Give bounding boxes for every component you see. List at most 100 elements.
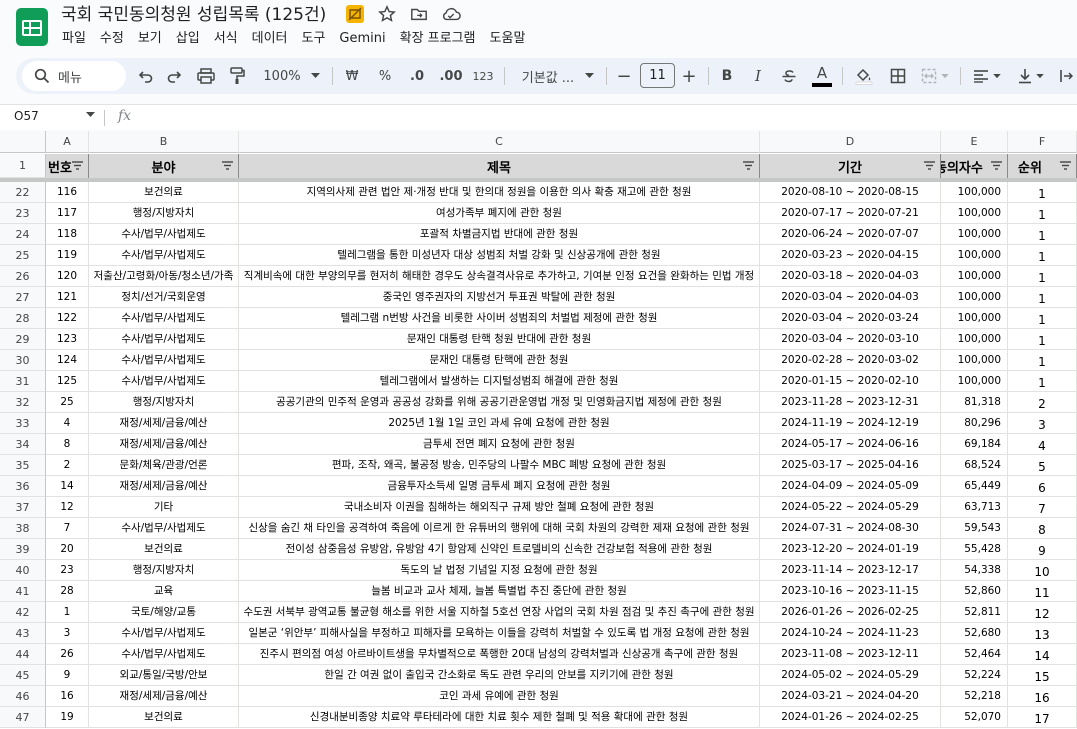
- cell-rank[interactable]: 1: [1008, 287, 1077, 308]
- cell-field[interactable]: 재정/세제/금융/예산: [89, 476, 239, 497]
- cell-field[interactable]: 교육: [89, 581, 239, 602]
- cell-title[interactable]: 텔레그램에서 발생하는 디지털성범죄 해결에 관한 청원: [239, 371, 760, 392]
- cell-rank[interactable]: 13: [1008, 623, 1077, 644]
- cell-number[interactable]: 119: [46, 245, 89, 266]
- cell-field[interactable]: 행정/지방자치: [89, 560, 239, 581]
- cell-rank[interactable]: 1: [1008, 182, 1077, 203]
- cell-field[interactable]: 보건의료: [89, 539, 239, 560]
- cell-count[interactable]: 55,428: [941, 539, 1008, 560]
- cell-period[interactable]: 2023-11-28 ~ 2023-12-31: [760, 392, 941, 413]
- cell-period[interactable]: 2024-05-17 ~ 2024-06-16: [760, 434, 941, 455]
- filter-icon[interactable]: [71, 159, 84, 172]
- header-cell-rank[interactable]: 순위: [1008, 154, 1077, 178]
- cell-rank[interactable]: 10: [1008, 560, 1077, 581]
- cell-rank[interactable]: 1: [1008, 308, 1077, 329]
- row-header[interactable]: 40: [0, 560, 46, 581]
- cell-period[interactable]: 2020-02-28 ~ 2020-03-02: [760, 350, 941, 371]
- cell-field[interactable]: 재정/세제/금융/예산: [89, 413, 239, 434]
- folder-person-icon[interactable]: [345, 4, 365, 24]
- menu-format[interactable]: 서식: [207, 29, 245, 49]
- menu-tools[interactable]: 도구: [295, 29, 333, 49]
- cell-field[interactable]: 문화/체육/관광/언론: [89, 455, 239, 476]
- cell-field[interactable]: 행정/지방자치: [89, 392, 239, 413]
- row-header[interactable]: 32: [0, 392, 46, 413]
- cell-period[interactable]: 2024-05-02 ~ 2024-05-29: [760, 665, 941, 686]
- cell-field[interactable]: 수사/법무/사법제도: [89, 224, 239, 245]
- cell-rank[interactable]: 9: [1008, 539, 1077, 560]
- cell-rank[interactable]: 6: [1008, 476, 1077, 497]
- cell-count[interactable]: 100,000: [941, 287, 1008, 308]
- cloud-saved-icon[interactable]: [441, 4, 461, 24]
- text-color-button[interactable]: A: [810, 58, 834, 94]
- row-header[interactable]: 38: [0, 518, 46, 539]
- cell-rank[interactable]: 1: [1008, 245, 1077, 266]
- move-to-folder-icon[interactable]: [409, 4, 429, 24]
- menu-edit[interactable]: 수정: [93, 29, 131, 49]
- currency-format-button[interactable]: ₩: [341, 58, 363, 94]
- cell-number[interactable]: 120: [46, 266, 89, 287]
- cell-rank[interactable]: 16: [1008, 686, 1077, 707]
- menu-search[interactable]: 메뉴: [22, 61, 126, 91]
- cell-number[interactable]: 12: [46, 497, 89, 518]
- cell-title[interactable]: 편파, 조작, 왜곡, 불공정 방송, 민주당의 나팔수 MBC 폐방 요청에 …: [239, 455, 760, 476]
- vertical-align-button[interactable]: [1012, 58, 1050, 94]
- cell-period[interactable]: 2023-12-20 ~ 2024-01-19: [760, 539, 941, 560]
- row-header[interactable]: 33: [0, 413, 46, 434]
- cell-count[interactable]: 100,000: [941, 203, 1008, 224]
- row-header[interactable]: 26: [0, 266, 46, 287]
- menu-insert[interactable]: 삽입: [169, 29, 207, 49]
- cell-period[interactable]: 2023-11-08 ~ 2023-12-11: [760, 644, 941, 665]
- cell-number[interactable]: 122: [46, 308, 89, 329]
- cell-number[interactable]: 25: [46, 392, 89, 413]
- cell-period[interactable]: 2024-01-26 ~ 2024-02-25: [760, 707, 941, 728]
- cell-count[interactable]: 100,000: [941, 350, 1008, 371]
- cell-title[interactable]: 독도의 날 법정 기념일 지정 요청에 관한 청원: [239, 560, 760, 581]
- cell-field[interactable]: 수사/법무/사법제도: [89, 308, 239, 329]
- cell-title[interactable]: 신상을 숨긴 채 타인을 공격하여 죽음에 이르게 한 유튜버의 행위에 대해 …: [239, 518, 760, 539]
- filter-icon[interactable]: [1059, 159, 1072, 172]
- row-header[interactable]: 22: [0, 182, 46, 203]
- cell-period[interactable]: 2025-03-17 ~ 2025-04-16: [760, 455, 941, 476]
- cell-title[interactable]: 2025년 1월 1일 코인 과세 유예 요청에 관한 청원: [239, 413, 760, 434]
- cell-period[interactable]: 2020-07-17 ~ 2020-07-21: [760, 203, 941, 224]
- header-cell-count[interactable]: 동의자수: [941, 154, 1008, 178]
- row-header[interactable]: 29: [0, 329, 46, 350]
- header-cell-field[interactable]: 분야: [89, 154, 239, 178]
- cell-title[interactable]: 공공기관의 민주적 운영과 공공성 강화를 위해 공공기관운영법 개정 및 민영…: [239, 392, 760, 413]
- font-size-decrease-button[interactable]: −: [614, 58, 634, 94]
- horizontal-align-button[interactable]: [968, 58, 1006, 94]
- cell-title[interactable]: 여성가족부 폐지에 관한 청원: [239, 203, 760, 224]
- cell-number[interactable]: 125: [46, 371, 89, 392]
- name-box[interactable]: O57: [14, 109, 39, 123]
- cell-field[interactable]: 수사/법무/사법제도: [89, 644, 239, 665]
- filter-icon[interactable]: [923, 159, 936, 172]
- cell-number[interactable]: 1: [46, 602, 89, 623]
- menu-gemini[interactable]: Gemini: [332, 29, 392, 49]
- filter-icon[interactable]: [742, 159, 755, 172]
- row-header[interactable]: 34: [0, 434, 46, 455]
- spreadsheet-grid[interactable]: A B C D E F 1 번호 분야 제목 기간 동의자수 순위 22116보…: [0, 131, 1077, 729]
- cell-number[interactable]: 117: [46, 203, 89, 224]
- column-header-d[interactable]: D: [760, 131, 941, 153]
- column-header-b[interactable]: B: [89, 131, 239, 153]
- cell-period[interactable]: 2020-01-15 ~ 2020-02-10: [760, 371, 941, 392]
- row-header[interactable]: 1: [0, 154, 46, 178]
- cell-title[interactable]: 코인 과세 유예에 관한 청원: [239, 686, 760, 707]
- increase-decimal-button[interactable]: .00: [436, 58, 466, 94]
- sheets-logo-icon[interactable]: [16, 8, 48, 46]
- menu-data[interactable]: 데이터: [245, 29, 295, 49]
- cell-title[interactable]: 텔레그램 n번방 사건을 비롯한 사이버 성범죄의 처벌법 제정에 관한 청원: [239, 308, 760, 329]
- row-header[interactable]: 42: [0, 602, 46, 623]
- cell-rank[interactable]: 1: [1008, 350, 1077, 371]
- cell-count[interactable]: 54,338: [941, 560, 1008, 581]
- cell-count[interactable]: 52,860: [941, 581, 1008, 602]
- cell-period[interactable]: 2024-03-21 ~ 2024-04-20: [760, 686, 941, 707]
- cell-period[interactable]: 2020-06-24 ~ 2020-07-07: [760, 224, 941, 245]
- font-select[interactable]: 기본값 ...: [512, 58, 584, 94]
- cell-count[interactable]: 52,218: [941, 686, 1008, 707]
- italic-button[interactable]: I: [747, 58, 769, 94]
- borders-button[interactable]: [886, 58, 910, 94]
- cell-count[interactable]: 52,680: [941, 623, 1008, 644]
- cell-number[interactable]: 9: [46, 665, 89, 686]
- cell-number[interactable]: 19: [46, 707, 89, 728]
